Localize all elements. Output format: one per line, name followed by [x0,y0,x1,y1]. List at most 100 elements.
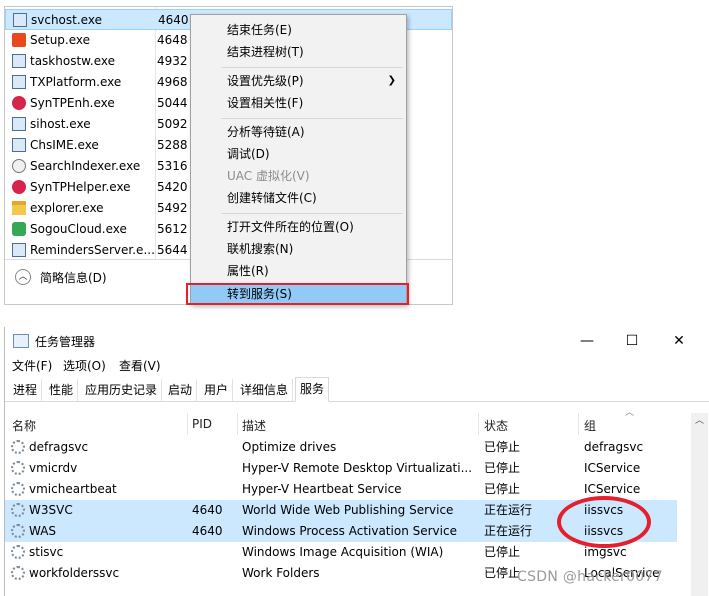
process-pid: 5044 [157,96,188,110]
process-pid: 5288 [157,138,188,152]
menu-options[interactable]: 选项(O) [63,357,106,374]
chevron-up-icon[interactable]: ︿ [15,269,31,285]
menu-separator [221,67,403,68]
tab-services[interactable]: 服务 [295,377,330,402]
gear-icon [11,524,25,538]
process-name: SearchIndexer.exe [30,159,141,173]
synaptics-icon [12,96,26,110]
tab-details[interactable]: 详细信息 [236,379,294,401]
process-pid: 4932 [157,54,188,68]
service-description: Optimize drives [242,440,337,454]
gear-icon [11,566,25,580]
gear-icon [11,440,25,454]
process-pid: 5612 [157,222,188,236]
service-group: defragsvc [584,440,644,454]
window-icon [12,54,26,68]
process-pid: 5092 [157,117,188,131]
vertical-scrollbar[interactable] [691,413,708,596]
menu-item-end-task[interactable]: 结束任务(E) [191,19,406,41]
window-icon [12,75,26,89]
tab-app-history[interactable]: 应用历史记录 [81,379,163,401]
menu-item-create-dump-file[interactable]: 创建转储文件(C) [191,187,406,209]
process-pid: 5316 [157,159,188,173]
service-name: vmicrdv [29,461,78,475]
process-name: Setup.exe [30,33,91,47]
service-name: WAS [29,524,57,538]
menu-item-set-priority[interactable]: 设置优先级(P) ❯ [191,70,406,92]
service-group: ICService [584,461,641,475]
gear-icon [11,461,25,475]
menu-item-analyze-wait-chain[interactable]: 分析等待链(A) [191,121,406,143]
menu-view[interactable]: 查看(V) [119,357,161,374]
column-divider [578,413,579,435]
tab-startup[interactable]: 启动 [164,379,198,401]
menu-item-properties[interactable]: 属性(R) [191,260,406,282]
column-header-pid[interactable]: PID [192,417,212,431]
service-status: 已停止 [484,440,521,454]
menu-item-set-affinity[interactable]: 设置相关性(F) [191,92,406,114]
column-header-name[interactable]: 名称 [12,417,36,434]
service-description: Hyper-V Remote Desktop Virtualizati... [242,461,472,475]
gear-icon [11,482,25,496]
menu-item-end-process-tree[interactable]: 结束进程树(T) [191,41,406,63]
service-pid: 4640 [192,524,223,538]
process-pid: 5492 [157,201,188,215]
title-bar[interactable]: 任务管理器 — ☐ ✕ [5,327,709,355]
tab-users[interactable]: 用户 [200,379,234,401]
process-pid: 4968 [157,75,188,89]
tab-performance[interactable]: 性能 [45,379,79,401]
service-status: 正在运行 [484,503,533,517]
service-status: 已停止 [484,482,521,496]
service-row[interactable]: vmicrdv Hyper-V Remote Desktop Virtualiz… [5,458,677,479]
tab-bar: 进程 性能 应用历史记录 启动 用户 详细信息 服务 [5,377,709,402]
minimize-button[interactable]: — [575,331,599,351]
process-name: SynTPHelper.exe [30,180,131,194]
window-icon [12,138,26,152]
column-header-status[interactable]: 状态 [484,417,508,434]
chevron-up-icon[interactable]: ︿ [691,413,708,430]
menu-item-search-online[interactable]: 联机搜索(N) [191,238,406,260]
process-name: SynTPEnh.exe [30,96,115,110]
menu-item-debug[interactable]: 调试(D) [191,143,406,165]
service-row[interactable]: vmicheartbeat Hyper-V Heartbeat Service … [5,479,677,500]
window-icon [12,117,26,131]
column-divider [187,413,188,435]
office-icon [12,33,26,47]
service-description: Windows Process Activation Service [242,524,457,538]
service-name: defragsvc [29,440,89,454]
process-name: sihost.exe [30,117,91,131]
process-pid: 4640 [158,13,189,27]
services-table-header: ︿ 名称 PID 描述 状态 组 [5,408,709,435]
menu-separator [221,118,403,119]
menu-item-open-file-location[interactable]: 打开文件所在的位置(O) [191,216,406,238]
search-indexer-icon [12,159,26,173]
service-pid: 4640 [192,503,223,517]
window-icon [13,13,27,27]
sort-ascending-icon: ︿ [625,408,635,418]
process-name: SogouCloud.exe [30,222,127,236]
service-status: 正在运行 [484,524,533,538]
menu-file[interactable]: 文件(F) [12,357,52,374]
service-row[interactable]: defragsvc Optimize drives 已停止 defragsvc [5,437,677,458]
close-button[interactable]: ✕ [667,331,691,351]
maximize-button[interactable]: ☐ [620,331,644,351]
synaptics-icon [12,180,26,194]
service-description: Hyper-V Heartbeat Service [242,482,402,496]
column-divider [237,413,238,435]
process-name: TXPlatform.exe [30,75,122,89]
service-name: vmicheartbeat [29,482,117,496]
process-name: ChsIME.exe [30,138,99,152]
service-status: 已停止 [484,566,521,580]
service-row[interactable]: stisvc Windows Image Acquisition (WIA) 已… [5,542,677,563]
service-name: W3SVC [29,503,73,517]
task-manager-icon [13,334,29,348]
service-name: workfolderssvc [29,566,120,580]
fewer-details-link[interactable]: 简略信息(D) [40,269,107,286]
tab-processes[interactable]: 进程 [9,379,43,401]
context-menu: 结束任务(E) 结束进程树(T) 设置优先级(P) ❯ 设置相关性(F) 分析等… [190,14,407,305]
column-header-description[interactable]: 描述 [242,417,266,434]
window-icon [12,243,26,257]
service-description: Work Folders [242,566,320,580]
column-header-group[interactable]: 组 [584,417,596,434]
process-pid: 5420 [157,180,188,194]
